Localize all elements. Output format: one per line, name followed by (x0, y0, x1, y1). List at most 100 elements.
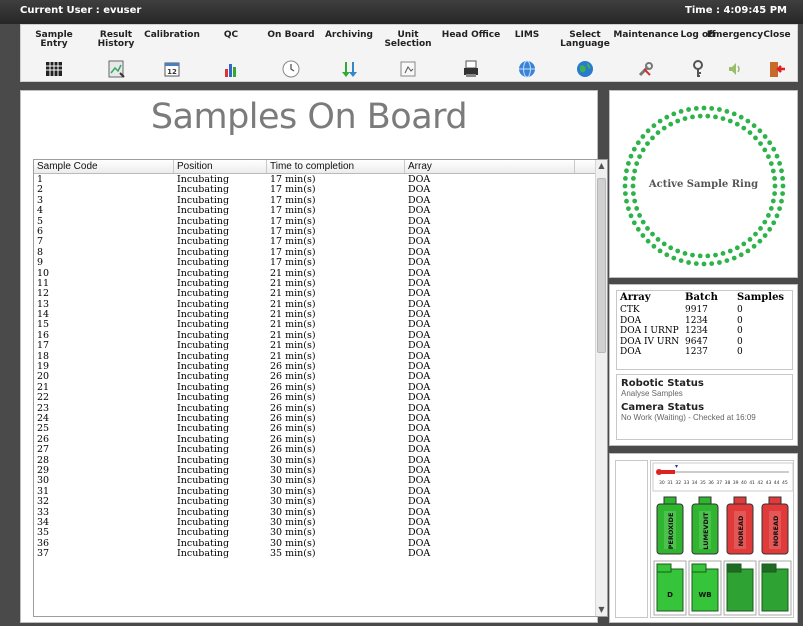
column-header-sample-code[interactable]: Sample Code (34, 160, 174, 173)
batch-column-samples: Samples (737, 292, 785, 303)
batch-row: DOA 1234 0 (617, 316, 792, 327)
position-cell: Incubating (177, 496, 230, 508)
sample-code-cell: 27 (37, 444, 50, 456)
table-scrollbar[interactable]: ▲ ▼ (595, 160, 607, 616)
array-cell: DOA (408, 246, 431, 258)
array-cell: DOA (408, 175, 431, 185)
sample-code-cell: 17 (37, 340, 50, 352)
table-row[interactable]: 37 Incubating 35 min(s) DOA (34, 548, 579, 560)
tools-icon (635, 59, 657, 79)
position-cell: Incubating (177, 548, 230, 560)
sample-slot-dot (758, 141, 763, 146)
sample-slot-dot (661, 241, 667, 247)
array-cell: DOA (408, 319, 431, 331)
waste-container[interactable]: D (653, 560, 687, 616)
batch-array-cell: DOA (620, 347, 642, 357)
result-history-button[interactable]: Result History (86, 31, 146, 79)
sample-slot-dot (640, 219, 646, 225)
reagent-bottle[interactable]: LUMEVDIT (691, 496, 719, 555)
waste-container[interactable] (723, 560, 757, 616)
scroll-thumb[interactable] (597, 178, 606, 353)
head-office-button[interactable]: Head Office (441, 31, 501, 79)
qc-button[interactable]: QC (201, 31, 261, 79)
reagent-bottle[interactable]: NOREAD (761, 496, 789, 555)
select-language-button[interactable]: Select Language (555, 31, 615, 79)
position-cell: Incubating (177, 205, 230, 217)
select-language-label: Select Language (560, 30, 610, 49)
scroll-up-icon[interactable]: ▲ (596, 160, 607, 172)
sample-slot-dot (734, 245, 740, 251)
arrows-down-icon (338, 59, 360, 79)
scroll-down-icon[interactable]: ▼ (596, 604, 607, 616)
reagent-bottle-label: NOREAD (737, 515, 745, 546)
batch-row: DOA I URNP 1234 0 (617, 326, 792, 337)
sample-entry-button[interactable]: Sample Entry (24, 31, 84, 79)
maintenance-button[interactable]: Maintenance (613, 31, 679, 79)
lims-button[interactable]: LIMS (497, 31, 557, 79)
sample-slot-dot (632, 198, 638, 204)
array-cell: DOA (408, 371, 431, 383)
sample-slot-dot (762, 147, 768, 153)
calibration-button[interactable]: Calibration 12 (142, 31, 202, 79)
waste-container[interactable] (758, 560, 792, 616)
sample-code-cell: 32 (37, 496, 50, 508)
close-button[interactable]: Close (747, 31, 803, 79)
sample-slot-dot (751, 243, 757, 249)
table-row[interactable]: 27 Incubating 26 min(s) DOA (34, 444, 579, 456)
sample-code-cell: 19 (37, 361, 50, 373)
tray-column (615, 460, 648, 618)
temperature-tick-label: 31 (667, 480, 673, 486)
on-board-button[interactable]: On Board (261, 31, 321, 79)
sample-slot-dot (747, 237, 753, 242)
temperature-tick-label: 32 (675, 480, 681, 486)
temperature-tick-label: 39 (733, 480, 739, 486)
array-cell: DOA (408, 215, 431, 227)
sample-code-cell: 13 (37, 298, 50, 310)
column-header-time[interactable]: Time to completion (267, 160, 405, 173)
sample-code-cell: 10 (37, 267, 50, 279)
table-row[interactable]: 9 Incubating 17 min(s) DOA (34, 257, 579, 269)
sample-code-cell: 3 (37, 194, 44, 206)
sample-slot-dot (645, 141, 650, 146)
camera-status-text: No Work (Waiting) - Checked at 16:09 (621, 413, 756, 422)
batch-samples-cell: 0 (737, 347, 743, 357)
sample-slot-dot (709, 106, 715, 111)
camera-status-title: Camera Status (621, 402, 705, 413)
sample-slot-dot (762, 219, 768, 225)
table-row[interactable]: 32 Incubating 30 min(s) DOA (34, 496, 579, 508)
reagent-bottle[interactable]: NOREAD (726, 496, 754, 555)
temperature-tick-label: 41 (749, 480, 755, 486)
column-header-position[interactable]: Position (174, 160, 267, 173)
sample-slot-dot (762, 134, 768, 139)
batch-array-cell: CTK (620, 305, 640, 315)
batch-table-header: Array Batch Samples (617, 291, 792, 305)
temperature-tick-label: 37 (716, 480, 722, 486)
reagent-bottles: PEROXIDE LUMEVDIT NOREAD NOREAD (656, 496, 789, 555)
bar-chart-icon (220, 59, 242, 79)
temperature-tick-label: 34 (692, 480, 698, 486)
archiving-button[interactable]: Archiving (319, 31, 379, 79)
sample-slot-dot (657, 248, 663, 254)
waste-container[interactable]: WB (688, 560, 722, 616)
hand-icon (397, 59, 419, 79)
array-cell: DOA (408, 257, 431, 269)
sample-slot-dot (727, 118, 733, 124)
column-header-array[interactable]: Array (405, 160, 575, 173)
reagent-bottle[interactable]: PEROXIDE (656, 496, 684, 555)
sample-slot-dot (717, 260, 722, 265)
result-history-label: Result History (97, 30, 135, 49)
sample-slot-dot (651, 243, 657, 249)
unit-selection-label: Unit Selection (384, 30, 432, 49)
sample-slot-dot (709, 261, 715, 266)
status-box: Robotic Status Analyse Samples Camera St… (616, 374, 793, 440)
table-header: Sample Code Position Time to completion … (34, 160, 607, 174)
sample-code-cell: 36 (37, 537, 50, 549)
title-bar: Current User : evuser Time : 4:09:45 PM (0, 0, 803, 24)
temperature-tick-label: 45 (782, 480, 788, 486)
sample-code-cell: 37 (37, 548, 50, 560)
unit-selection-button[interactable]: Unit Selection (378, 31, 438, 79)
samples-table: Sample Code Position Time to completion … (33, 159, 608, 617)
temperature-tick-label: 38 (725, 480, 731, 486)
table-row[interactable]: 4 Incubating 17 min(s) DOA (34, 205, 579, 217)
sample-slot-dot (657, 118, 663, 124)
